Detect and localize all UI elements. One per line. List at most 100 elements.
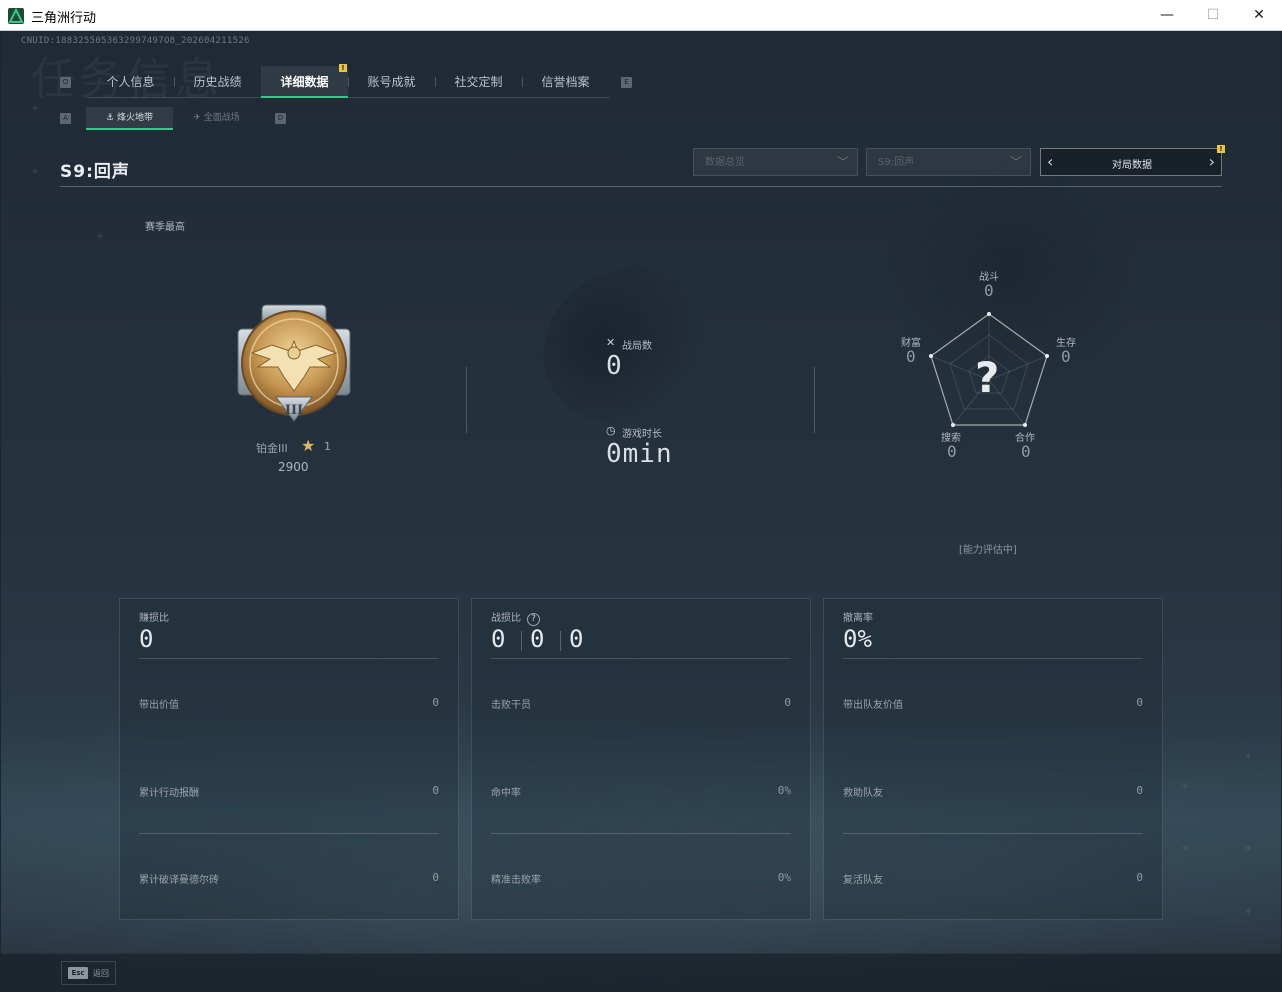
data-type-dropdown[interactable]: 数据总览 ﹀	[693, 148, 858, 176]
matches-value: 0	[606, 351, 623, 381]
tab-achievements[interactable]: 账号成就	[348, 66, 435, 98]
row-label: 精准击败率	[491, 875, 541, 886]
back-label: 返回	[93, 969, 109, 978]
window-titlebar: 三角洲行动 — ☐ ✕	[0, 0, 1282, 31]
subtab-battlefield[interactable]: ✈ 全面战场	[173, 107, 260, 130]
profit-panel: 赚损比 0 带出价值 0 累计行动报酬 0 累计破译曼德尔砖 0	[119, 598, 459, 920]
svg-text:III: III	[285, 403, 303, 418]
chevron-down-icon: ﹀	[1009, 155, 1022, 169]
row-label: 带出价值	[139, 700, 179, 711]
tab-detailed-data[interactable]: 详细数据 !	[261, 64, 348, 98]
panel-title: 赚损比	[139, 613, 169, 624]
star-icon: ★	[301, 436, 316, 455]
panel-divider	[491, 658, 791, 659]
app-logo-icon	[8, 8, 24, 24]
season-title: S9:回声	[60, 162, 130, 182]
subtab-prev-key[interactable]: A	[60, 113, 71, 124]
panel-divider	[843, 833, 1143, 834]
row-label: 命中率	[491, 788, 521, 799]
esc-key-icon: Esc	[68, 967, 88, 979]
row-value: 0	[432, 871, 439, 884]
row-label: 带出队友价值	[843, 700, 903, 711]
row-label: 救助队友	[843, 788, 883, 799]
panel-divider	[843, 658, 1143, 659]
rank-score: 2900	[278, 460, 309, 474]
chevron-right-icon[interactable]: ›	[1209, 152, 1215, 171]
season-best-label: 赛季最高	[145, 222, 185, 233]
row-value: 0	[784, 696, 791, 709]
subtab-next-key[interactable]: D	[275, 113, 286, 124]
panel-divider	[139, 833, 439, 834]
mode-subtabs: ⚓ 烽火地带 ✈ 全面战场	[86, 107, 260, 130]
row-label: 累计破译曼德尔砖	[139, 875, 219, 886]
unknown-ability-mark: ?	[975, 353, 1000, 402]
notification-badge: !	[339, 64, 347, 72]
chevron-down-icon: ﹀	[836, 155, 849, 169]
row-value: 0	[432, 784, 439, 797]
header-divider	[60, 186, 1222, 187]
kd-value: 0	[530, 625, 545, 653]
kd-value: 0	[491, 625, 506, 653]
row-value: 0%	[777, 871, 791, 884]
row-label: 击败干员	[491, 700, 531, 711]
ability-eval-status: [能力评估中]	[959, 545, 1017, 556]
close-button[interactable]: ✕	[1236, 0, 1282, 30]
match-data-selector: ‹ 对局数据 › !	[1040, 145, 1225, 176]
dropdown-value: 数据总览	[705, 157, 745, 168]
row-value: 0	[1136, 784, 1143, 797]
row-label: 累计行动报酬	[139, 788, 199, 799]
game-area: 任务信息 + + + + + + + + CNUID:1883255053632…	[1, 31, 1281, 991]
tab-reputation[interactable]: 信誉档案	[522, 66, 609, 98]
tab-social[interactable]: 社交定制	[435, 66, 522, 98]
kd-values: 0 0 0	[491, 625, 608, 653]
tab-history[interactable]: 历史战绩	[174, 66, 261, 98]
stopwatch-icon: ◷	[606, 424, 616, 437]
subtab-label: 烽火地带	[116, 113, 153, 123]
main-tabs: 个人信息 历史战绩 详细数据 ! 账号成就 社交定制 信誉档案	[87, 64, 609, 98]
maximize-button[interactable]: ☐	[1190, 0, 1236, 30]
bottom-bar: Esc 返回	[1, 953, 1281, 991]
panel-title: 撤离率	[843, 613, 873, 624]
match-data-label[interactable]: 对局数据	[1041, 156, 1223, 171]
section-divider	[466, 367, 467, 433]
crossed-swords-icon: ✕	[606, 336, 616, 349]
hazard-zone-icon: ⚓	[106, 113, 115, 123]
row-label: 复活队友	[843, 875, 883, 886]
row-value: 0	[432, 696, 439, 709]
row-value: 0	[1136, 871, 1143, 884]
panel-divider	[491, 833, 791, 834]
playtime-label: 游戏时长	[622, 429, 662, 440]
battlefield-icon: ✈	[193, 113, 201, 123]
row-value: 0%	[777, 784, 791, 797]
radar-value-wealth: 0	[906, 347, 916, 366]
kd-separator	[560, 631, 561, 651]
extraction-panel: 撤离率 0% 带出队友价值 0 救助队友 0 复活队友 0	[823, 598, 1163, 920]
section-divider	[814, 367, 815, 433]
tab-label: 详细数据	[280, 75, 329, 89]
ability-radar: ? 战斗 0 生存 0 合作 0 搜索 0 财富 0	[901, 269, 1091, 479]
tab-prev-key[interactable]: Q	[60, 77, 71, 88]
kd-panel: 战损比? 0 0 0 击败干员 0 命中率 0% 精准击败率 0%	[471, 598, 811, 920]
subtab-hazard-zone[interactable]: ⚓ 烽火地带	[86, 107, 173, 130]
kd-separator	[521, 631, 522, 651]
tab-next-key[interactable]: E	[621, 77, 632, 88]
panel-title: 战损比?	[491, 609, 540, 626]
cnuid-label: CNUID:1883255053632997497O8_202604211526	[21, 36, 250, 46]
season-dropdown[interactable]: S9:回声 ﹀	[866, 148, 1031, 176]
panel-big-value: 0	[139, 625, 154, 653]
back-button[interactable]: Esc 返回	[61, 961, 116, 985]
panel-big-value: 0%	[843, 625, 872, 653]
notification-badge: !	[1217, 145, 1225, 153]
radar-value-combat: 0	[984, 281, 994, 300]
row-value: 0	[1136, 696, 1143, 709]
minimize-button[interactable]: —	[1144, 0, 1190, 30]
radar-value-search: 0	[947, 442, 957, 461]
panel-divider	[139, 658, 439, 659]
rank-emblem-icon: III	[232, 301, 356, 427]
window-title: 三角洲行动	[31, 11, 97, 26]
radar-value-survival: 0	[1061, 347, 1071, 366]
radar-value-teamwork: 0	[1021, 442, 1031, 461]
playtime-value: 0min	[606, 439, 673, 469]
tab-profile[interactable]: 个人信息	[87, 66, 174, 98]
kd-value: 0	[569, 625, 584, 653]
